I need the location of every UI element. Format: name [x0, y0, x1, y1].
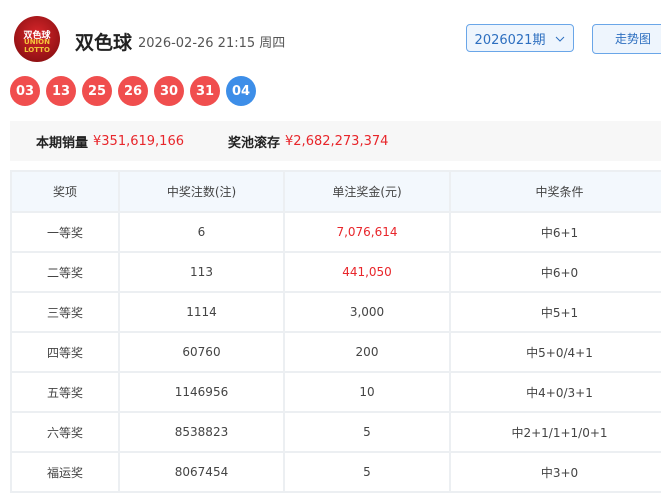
red-ball: 03 [10, 76, 40, 106]
red-ball: 25 [82, 76, 112, 106]
table-cell: 10 [283, 371, 451, 413]
table-row: 五等奖 1146956 10 中4+0/3+1 [10, 371, 661, 413]
table-cell: 5 [283, 451, 451, 493]
table-cell: 6 [118, 211, 285, 253]
table-cell: 113 [118, 251, 285, 293]
page-title: 双色球 [75, 32, 133, 54]
table-cell: 中5+1 [449, 291, 661, 333]
table-cell: 中3+0 [449, 451, 661, 493]
table-cell: 五等奖 [10, 371, 120, 413]
column-header: 中奖条件 [449, 170, 661, 213]
table-cell: 5 [283, 411, 451, 453]
table-cell: 中2+1/1+1/0+1 [449, 411, 661, 453]
table-cell: 二等奖 [10, 251, 120, 293]
draw-datetime: 2026-02-26 21:15 周四 [138, 36, 286, 51]
pool-value: ¥2,682,273,374 [285, 133, 389, 149]
sales-info-bar: 本期销量 ¥351,619,166 奖池滚存 ¥2,682,273,374 [10, 121, 661, 161]
sales-value: ¥351,619,166 [93, 133, 184, 149]
table-cell: 中4+0/3+1 [449, 371, 661, 413]
table-cell: 1146956 [118, 371, 285, 413]
table-cell: 福运奖 [10, 451, 120, 493]
table-cell: 1114 [118, 291, 285, 333]
table-cell: 中5+0/4+1 [449, 331, 661, 373]
red-ball: 31 [190, 76, 220, 106]
table-row: 六等奖 8538823 5 中2+1/1+1/0+1 [10, 411, 661, 453]
table-row: 二等奖 113 441,050 中6+0 [10, 251, 661, 293]
chevron-down-icon [555, 31, 565, 46]
table-cell: 3,000 [283, 291, 451, 333]
logo-text: LOTTO [24, 46, 50, 54]
lottery-logo: 双色球 UNION LOTTO [14, 16, 60, 62]
red-ball: 26 [118, 76, 148, 106]
table-cell: 441,050 [283, 251, 451, 293]
table-cell: 8538823 [118, 411, 285, 453]
trend-chart-button[interactable]: 走势图 [592, 24, 661, 54]
table-cell: 一等奖 [10, 211, 120, 253]
winning-numbers: 03 13 25 26 30 31 04 [10, 76, 256, 106]
red-ball: 13 [46, 76, 76, 106]
table-cell: 中6+0 [449, 251, 661, 293]
pool-label: 奖池滚存 [228, 135, 281, 151]
table-cell: 200 [283, 331, 451, 373]
prize-table: 奖项 中奖注数(注) 单注奖金(元) 中奖条件 一等奖 6 7,076,614 中6+1 二等… [10, 170, 661, 493]
table-cell: 8067454 [118, 451, 285, 493]
table-row: 福运奖 8067454 5 中3+0 [10, 451, 661, 493]
table-cell: 四等奖 [10, 331, 120, 373]
logo-text: UNION [24, 38, 50, 46]
table-row: 四等奖 60760 200 中5+0/4+1 [10, 331, 661, 373]
table-row: 三等奖 1114 3,000 中5+1 [10, 291, 661, 333]
column-header: 单注奖金(元) [283, 170, 451, 213]
period-dropdown[interactable]: 2026021期 [466, 24, 574, 52]
table-cell: 60760 [118, 331, 285, 373]
blue-ball: 04 [226, 76, 256, 106]
column-header: 奖项 [10, 170, 120, 213]
table-cell: 六等奖 [10, 411, 120, 453]
table-row: 一等奖 6 7,076,614 中6+1 [10, 211, 661, 253]
table-cell: 中6+1 [449, 211, 661, 253]
sales-label: 本期销量 [36, 135, 89, 151]
table-cell: 7,076,614 [283, 211, 451, 253]
period-value: 2026021期 [474, 32, 546, 48]
column-header: 中奖注数(注) [118, 170, 285, 213]
red-ball: 30 [154, 76, 184, 106]
table-cell: 三等奖 [10, 291, 120, 333]
